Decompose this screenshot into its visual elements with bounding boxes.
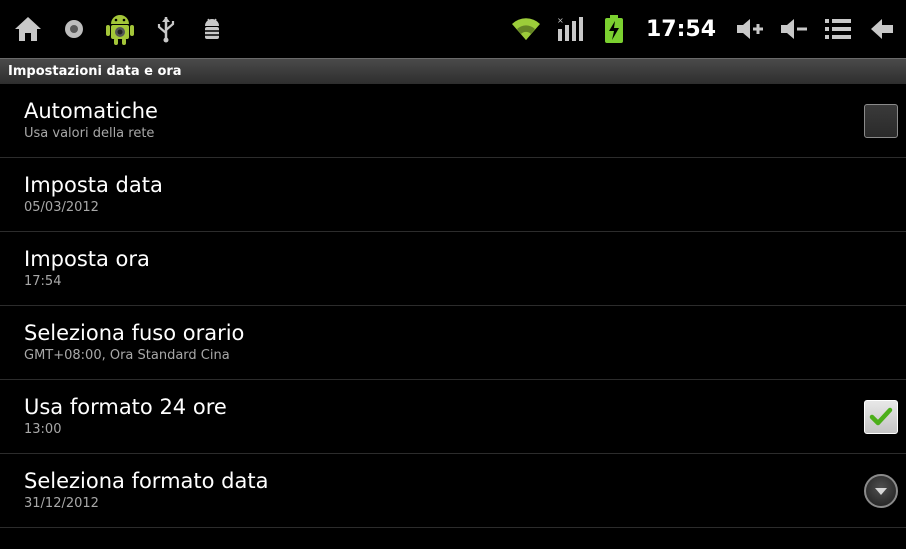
24-hour-checkbox[interactable] (864, 399, 898, 434)
debug-icon (196, 11, 228, 47)
volume-down-icon[interactable] (778, 11, 810, 47)
android-icon (104, 11, 136, 47)
setting-title: Imposta ora (24, 247, 150, 271)
setting-date-format[interactable]: Seleziona formato data 31/12/2012 (0, 454, 906, 528)
signal-icon: × (554, 11, 586, 47)
setting-set-time[interactable]: Imposta ora 17:54 (0, 232, 906, 306)
status-bar: × 17:54 (0, 0, 906, 58)
setting-summary: GMT+08:00, Ora Standard Cina (24, 348, 230, 363)
back-icon[interactable] (866, 11, 898, 47)
settings-list: Automatiche Usa valori della rete Impost… (0, 84, 906, 528)
setting-time-zone[interactable]: Seleziona fuso orario GMT+08:00, Ora Sta… (0, 306, 906, 380)
setting-automatic[interactable]: Automatiche Usa valori della rete (0, 84, 906, 158)
status-bar-system: × 17:54 (510, 11, 906, 47)
setting-title: Usa formato 24 ore (24, 395, 227, 419)
setting-title: Automatiche (24, 99, 158, 123)
setting-title: Imposta data (24, 173, 163, 197)
setting-summary: Usa valori della rete (24, 126, 155, 141)
setting-24-hour-format[interactable]: Usa formato 24 ore 13:00 (0, 380, 906, 454)
setting-summary: 13:00 (24, 422, 62, 437)
usb-icon (150, 11, 182, 47)
setting-summary: 05/03/2012 (24, 200, 99, 215)
svg-text:×: × (557, 16, 564, 25)
setting-summary: 17:54 (24, 274, 62, 289)
date-format-dropdown[interactable] (864, 473, 898, 508)
wifi-icon (510, 11, 542, 47)
setting-title: Seleziona fuso orario (24, 321, 245, 345)
record-icon (58, 11, 90, 47)
status-bar-notifications (0, 11, 228, 47)
automatic-checkbox[interactable] (864, 103, 898, 138)
check-icon (869, 407, 893, 425)
menu-icon[interactable] (822, 11, 854, 47)
setting-summary: 31/12/2012 (24, 496, 99, 511)
setting-title: Seleziona formato data (24, 469, 269, 493)
clock: 17:54 (645, 16, 716, 42)
page-title: Impostazioni data e ora (8, 64, 182, 79)
setting-set-date[interactable]: Imposta data 05/03/2012 (0, 158, 906, 232)
chevron-down-icon (875, 487, 887, 495)
battery-charging-icon (598, 11, 630, 47)
title-bar: Impostazioni data e ora (0, 58, 906, 84)
home-icon[interactable] (12, 11, 44, 47)
volume-up-icon[interactable] (734, 11, 766, 47)
